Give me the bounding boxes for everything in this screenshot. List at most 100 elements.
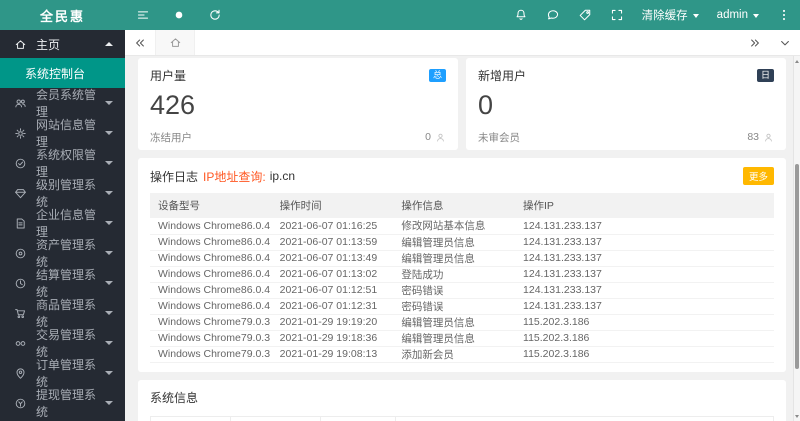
- clear-cache-label: 清除缓存: [641, 10, 688, 22]
- sidebar-item-label: 企业信息管理: [36, 208, 97, 239]
- theme-dot-icon[interactable]: [161, 0, 197, 30]
- ip-lookup-link[interactable]: IP地址查询:: [203, 168, 266, 185]
- notification-bell-icon[interactable]: [505, 0, 537, 30]
- caret-down-icon: [105, 131, 113, 139]
- message-chat-icon[interactable]: [537, 0, 569, 30]
- sidebar-item[interactable]: 结算管理系统: [0, 268, 125, 299]
- log-cell-ip: 124.131.233.137: [515, 282, 774, 299]
- home-icon: [13, 37, 27, 51]
- log-cell-device: Windows Chrome86.0.4: [150, 234, 272, 251]
- header-right-group: 清除缓存 admin: [505, 0, 800, 30]
- sidebar-item[interactable]: 提现管理系统: [0, 388, 125, 419]
- sidebar-item[interactable]: 订单管理系统: [0, 358, 125, 389]
- log-cell-device: Windows Chrome79.0.3: [150, 314, 272, 331]
- frozen-users-label: 冻结用户: [150, 131, 192, 144]
- sidebar-item-console-active[interactable]: 系统控制台: [0, 58, 125, 88]
- log-cell-time: 2021-06-07 01:13:49: [271, 250, 394, 267]
- new-users-title: 新增用户: [478, 69, 527, 83]
- log-cell-time: 2021-06-07 01:12:31: [271, 298, 394, 315]
- system-info-row: 当前版本 开发作者: [150, 415, 774, 421]
- tab-home[interactable]: [155, 30, 195, 55]
- new-users-badge[interactable]: 日: [757, 69, 774, 82]
- users-icon: [13, 96, 27, 110]
- caret-down-icon: [105, 191, 113, 199]
- sidebar-item[interactable]: 交易管理系统: [0, 328, 125, 359]
- caret-down-icon: [692, 13, 699, 21]
- caret-down-icon: [105, 221, 113, 229]
- log-cell-ip: 115.202.3.186: [515, 314, 774, 331]
- frozen-users-value: 0: [425, 131, 431, 144]
- sidebar-item-label: 网站信息管理: [36, 118, 97, 149]
- log-cell-ip: 124.131.233.137: [515, 218, 774, 235]
- log-column-header: 设备型号: [150, 193, 272, 218]
- user-count-badge[interactable]: 总: [429, 69, 446, 82]
- user-count-value: 426: [150, 90, 196, 120]
- sidebar-item[interactable]: 资产管理系统: [0, 238, 125, 269]
- refresh-icon[interactable]: [197, 0, 233, 30]
- log-cell-info: 添加新会员: [393, 346, 516, 363]
- caret-down-icon: [105, 161, 113, 169]
- sidebar-item-label: 资产管理系统: [36, 238, 97, 269]
- sidebar-item[interactable]: 商品管理系统: [0, 298, 125, 329]
- log-table-row: Windows Chrome79.0.3 2021-01-29 19:08:13…: [150, 346, 774, 363]
- sidebar-home-label: 主页: [36, 37, 61, 52]
- unreviewed-members-value: 83: [747, 131, 759, 144]
- brand-logo[interactable]: 全民惠: [0, 0, 125, 30]
- log-column-header: 操作时间: [271, 193, 394, 218]
- clear-cache-dropdown[interactable]: 清除缓存: [633, 0, 708, 30]
- scrollbar-down-arrow-icon[interactable]: [794, 413, 800, 421]
- log-cell-info: 密码错误: [393, 282, 516, 299]
- log-table-row: Windows Chrome86.0.4 2021-06-07 01:13:02…: [150, 266, 774, 283]
- more-button[interactable]: 更多: [742, 167, 774, 185]
- more-options-icon[interactable]: [768, 0, 800, 30]
- log-cell-info: 编辑管理员信息: [393, 234, 516, 251]
- scrollbar-thumb[interactable]: [795, 164, 799, 369]
- log-cell-device: Windows Chrome86.0.4: [150, 282, 272, 299]
- fullscreen-icon[interactable]: [601, 0, 633, 30]
- log-cell-info: 登陆成功: [393, 266, 516, 283]
- log-cell-ip: 124.131.233.137: [515, 298, 774, 315]
- new-users-value: 0: [478, 90, 494, 120]
- sidebar-item-label: 商品管理系统: [36, 298, 97, 329]
- sidebar-item[interactable]: 网站信息管理: [0, 118, 125, 149]
- person-icon: [435, 132, 446, 143]
- sidebar-item[interactable]: 企业信息管理: [0, 208, 125, 239]
- log-cell-device: Windows Chrome86.0.4: [150, 250, 272, 267]
- tabs-scroll-right-icon[interactable]: [740, 30, 770, 55]
- sidebar-item-label: 会员系统管理: [36, 88, 97, 119]
- log-cell-ip: 124.131.233.137: [515, 234, 774, 251]
- tabs-scroll-left-icon[interactable]: [125, 30, 155, 55]
- tab-bar-right-group: [740, 30, 800, 55]
- file-icon: [13, 216, 27, 230]
- collapse-menu-icon[interactable]: [125, 0, 161, 30]
- sidebar-item[interactable]: 会员系统管理: [0, 88, 125, 119]
- user-dropdown[interactable]: admin: [708, 0, 768, 30]
- log-cell-device: Windows Chrome86.0.4: [150, 266, 272, 283]
- diamond-icon: [13, 186, 27, 200]
- caret-down-icon: [105, 341, 113, 349]
- log-cell-info: 编辑管理员信息: [393, 314, 516, 331]
- tag-icon[interactable]: [569, 0, 601, 30]
- new-users-card: 新增用户 日 0 未审会员 83: [466, 58, 786, 150]
- sidebar-item-home[interactable]: 主页: [0, 30, 125, 58]
- vertical-scrollbar[interactable]: [793, 56, 800, 421]
- sidebar-item[interactable]: 系统权限管理: [0, 148, 125, 179]
- log-cell-info: 密码错误: [393, 298, 516, 315]
- main-content: 用户量 总 426 冻结用户 0 新增用户 日 0 未审会员 83 操作日志 I…: [125, 56, 800, 421]
- log-cell-time: 2021-06-07 01:16:25: [271, 218, 394, 235]
- cart-icon: [13, 306, 27, 320]
- scrollbar-up-arrow-icon[interactable]: [794, 56, 800, 64]
- log-cell-time: 2021-01-29 19:18:36: [271, 330, 394, 347]
- sidebar-item-label: 系统权限管理: [36, 148, 97, 179]
- log-cell-info: 编辑管理员信息: [393, 330, 516, 347]
- log-cell-info: 编辑管理员信息: [393, 250, 516, 267]
- system-info-title: 系统信息: [150, 391, 199, 405]
- log-cell-device: Windows Chrome79.0.3: [150, 330, 272, 347]
- caret-up-icon: [105, 38, 113, 46]
- log-table-row: Windows Chrome86.0.4 2021-06-07 01:16:25…: [150, 218, 774, 235]
- log-cell-ip: 115.202.3.186: [515, 346, 774, 363]
- log-cell-ip: 124.131.233.137: [515, 250, 774, 267]
- tabs-menu-chevron-icon[interactable]: [770, 30, 800, 55]
- sidebar-item[interactable]: 级别管理系统: [0, 178, 125, 209]
- stat-cards-row: 用户量 总 426 冻结用户 0 新增用户 日 0 未审会员 83: [138, 58, 786, 150]
